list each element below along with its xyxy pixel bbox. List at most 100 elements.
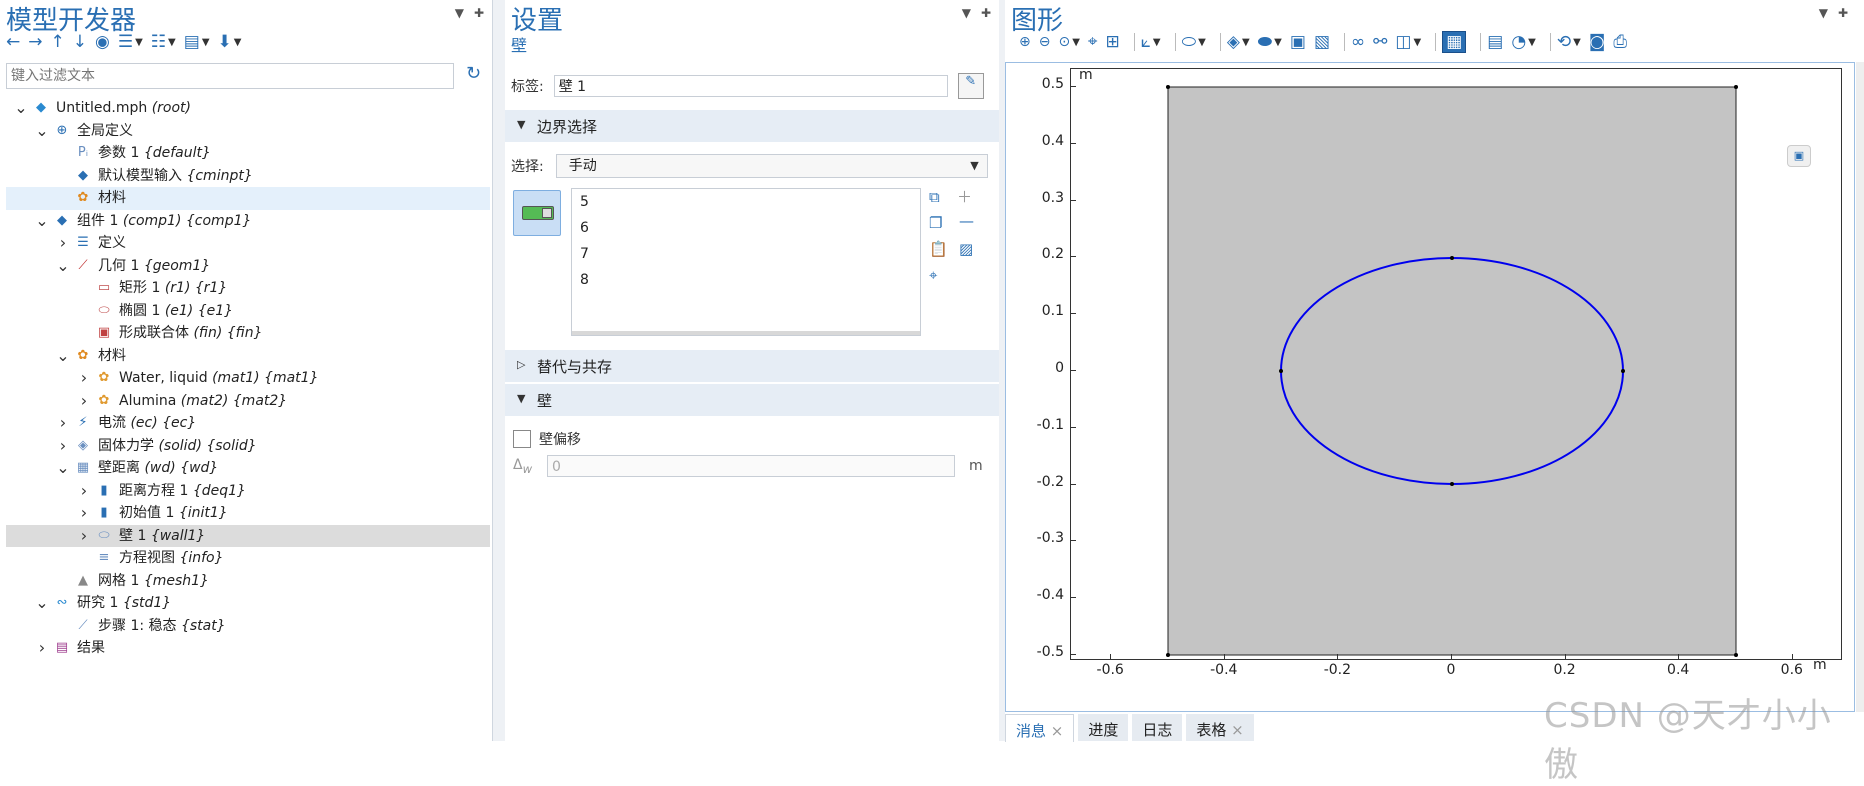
- selection-dropdown[interactable]: 手动 ▼: [555, 154, 988, 178]
- print-icon[interactable]: ⎙: [1613, 32, 1627, 52]
- bottom-tab[interactable]: 日志: [1132, 714, 1183, 741]
- add-icon[interactable]: ＋: [957, 186, 972, 207]
- copy-selection-icon[interactable]: ❐: [929, 214, 942, 232]
- activate-selection-toggle[interactable]: [513, 190, 561, 236]
- chevron-right-icon[interactable]: ›: [77, 480, 91, 503]
- clear-selection-icon[interactable]: ▨: [959, 240, 973, 258]
- tree-item[interactable]: ▭ 矩形 1 (r1) {r1}: [6, 277, 490, 300]
- layers-icon[interactable]: ◈ ▼: [1227, 32, 1250, 52]
- tree-item[interactable]: Pᵢ 参数 1 {default}: [6, 142, 490, 165]
- chevron-down-icon[interactable]: ⌄: [14, 97, 28, 120]
- reset-icon[interactable]: ⟲ ▼: [1557, 32, 1581, 52]
- zoom-selection-icon[interactable]: ⌖: [929, 266, 937, 284]
- zoom-box-icon[interactable]: ⊙ ▼: [1058, 34, 1079, 50]
- chevron-right-icon[interactable]: ›: [77, 525, 91, 548]
- visibility-icon[interactable]: ◫ ▼: [1395, 32, 1421, 52]
- tree-item[interactable]: › ◈ 固体力学 (solid) {solid}: [6, 435, 490, 458]
- chevron-down-icon[interactable]: ⌄: [35, 120, 49, 143]
- move-up-icon[interactable]: ↑: [51, 32, 65, 52]
- tree-item[interactable]: ⬭ 椭圆 1 (e1) {e1}: [6, 300, 490, 323]
- pane-menu-icon[interactable]: ▼: [455, 6, 464, 20]
- chevron-right-icon[interactable]: ›: [77, 390, 91, 413]
- tree-item[interactable]: › ▮ 距离方程 1 {deq1}: [6, 480, 490, 503]
- link-icon[interactable]: ∞: [1351, 32, 1365, 52]
- tree-item[interactable]: › ✿ Water, liquid (mat1) {mat1}: [6, 367, 490, 390]
- zoom-in-icon[interactable]: ⊕: [1019, 34, 1031, 50]
- wireframe-icon[interactable]: ▦: [1442, 31, 1467, 53]
- chevron-down-icon[interactable]: ⌄: [56, 255, 70, 278]
- label-edit-icon[interactable]: ✎: [957, 73, 984, 99]
- graphics-scrollbar[interactable]: [1856, 62, 1864, 712]
- section-boundary-selection[interactable]: ▼ 边界选择: [505, 110, 999, 142]
- boundary-list[interactable]: 5678: [571, 188, 921, 336]
- list-scrollbar[interactable]: [572, 331, 920, 335]
- tree-item[interactable]: ✿ 材料: [6, 187, 490, 210]
- wall-offset-checkbox[interactable]: [513, 430, 531, 448]
- chevron-down-icon[interactable]: ⌄: [56, 457, 70, 480]
- list-item[interactable]: 8: [572, 267, 920, 293]
- tree-item[interactable]: › ☰ 定义: [6, 232, 490, 255]
- tree-item[interactable]: ⌄ ◆ Untitled.mph (root): [6, 97, 490, 120]
- tree-item[interactable]: › ⬭ 壁 1 {wall1}: [6, 524, 490, 548]
- tree-item[interactable]: ▣ 形成联合体 (fin) {fin}: [6, 322, 490, 345]
- filter-input[interactable]: [7, 64, 443, 88]
- bottom-tab[interactable]: 进度: [1078, 714, 1129, 741]
- list-item[interactable]: 6: [572, 215, 920, 241]
- tree-item[interactable]: ⌄ ✿ 材料: [6, 345, 490, 368]
- tree-item[interactable]: ⌄ ◆ 组件 1 (comp1) {comp1}: [6, 210, 490, 233]
- back-arrow-icon[interactable]: ←: [6, 32, 20, 52]
- close-icon[interactable]: ×: [1046, 722, 1064, 740]
- tree-item[interactable]: › ⚡ 电流 (ec) {ec}: [6, 412, 490, 435]
- tree-item[interactable]: ⌄ ⟋ 几何 1 {geom1}: [6, 255, 490, 278]
- move-down-icon[interactable]: ↓: [73, 32, 87, 52]
- section-wall[interactable]: ▼ 壁: [505, 384, 999, 416]
- forward-arrow-icon[interactable]: →: [28, 32, 42, 52]
- pane-menu-icon[interactable]: ▼: [962, 6, 971, 20]
- tree-item[interactable]: ◆ 默认模型输入 {cminpt}: [6, 165, 490, 188]
- chevron-right-icon[interactable]: ›: [77, 367, 91, 390]
- tree-item[interactable]: ▲ 网格 1 {mesh1}: [6, 570, 490, 593]
- deselect-icon[interactable]: ▧: [1314, 32, 1330, 52]
- section-override[interactable]: ▷ 替代与共存: [505, 350, 999, 382]
- select-domain-icon[interactable]: ⬬ ▼: [1258, 32, 1282, 52]
- chevron-down-icon[interactable]: ⌄: [35, 210, 49, 233]
- hide-icon[interactable]: ▤: [1487, 32, 1503, 52]
- collapse-icon[interactable]: ☷ ▼: [151, 32, 176, 52]
- bottom-tab[interactable]: 消息 ×: [1005, 714, 1075, 742]
- tree-item[interactable]: ≡ 方程视图 {info}: [6, 547, 490, 570]
- select-boundary-icon[interactable]: ⬭ ▼: [1182, 32, 1206, 52]
- zoom-out-icon[interactable]: ⊖: [1039, 34, 1051, 50]
- pin-icon[interactable]: ✚: [981, 6, 991, 20]
- graphics-canvas[interactable]: m m ▣: [1070, 67, 1842, 673]
- chevron-right-icon[interactable]: ›: [56, 412, 70, 435]
- chevron-right-icon[interactable]: ›: [56, 232, 70, 255]
- graph-icon[interactable]: ⚯: [1373, 32, 1387, 52]
- pin-icon[interactable]: ✚: [1838, 6, 1848, 20]
- geometry-plot[interactable]: [1071, 69, 1841, 659]
- axis-icon[interactable]: ⟀ ▼: [1141, 32, 1161, 52]
- chevron-right-icon[interactable]: ›: [56, 435, 70, 458]
- tree-item[interactable]: ⌄ ∾ 研究 1 {std1}: [6, 592, 490, 615]
- expand-icon[interactable]: ☰ ▼: [118, 32, 143, 52]
- list-item[interactable]: 5: [572, 189, 920, 215]
- paste-selection-icon[interactable]: ⧉: [929, 188, 940, 206]
- show-icon[interactable]: ◉: [95, 32, 110, 52]
- close-icon[interactable]: ×: [1226, 721, 1244, 739]
- pin-node-icon[interactable]: ⬇ ▼: [218, 32, 242, 52]
- camera-icon[interactable]: ◙: [1589, 32, 1606, 52]
- pin-icon[interactable]: ✚: [474, 6, 484, 20]
- tree-item[interactable]: ⌄ ▦ 壁距离 (wd) {wd}: [6, 457, 490, 480]
- select-box-icon[interactable]: ▣: [1290, 32, 1306, 52]
- label-input[interactable]: 壁 1: [553, 75, 948, 97]
- refresh-icon[interactable]: ↻: [466, 63, 481, 84]
- bottom-tab[interactable]: 表格 ×: [1186, 714, 1254, 741]
- clipboard-icon[interactable]: 📋: [929, 240, 948, 258]
- chevron-right-icon[interactable]: ›: [35, 637, 49, 660]
- chevron-down-icon[interactable]: ⌄: [56, 345, 70, 368]
- list-item[interactable]: 7: [572, 241, 920, 267]
- pane-menu-icon[interactable]: ▼: [1819, 6, 1828, 20]
- left-splitter[interactable]: [493, 0, 505, 741]
- view-cube-icon[interactable]: ▣: [1787, 145, 1811, 167]
- tree-item[interactable]: › ▤ 结果: [6, 637, 490, 660]
- zoom-extents-icon[interactable]: ⊞: [1105, 32, 1119, 52]
